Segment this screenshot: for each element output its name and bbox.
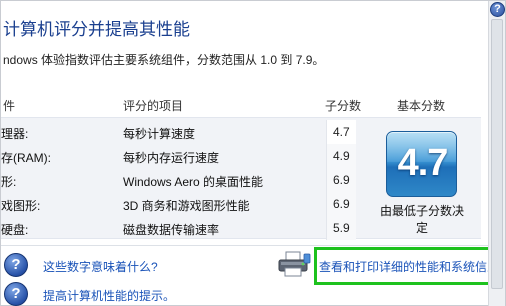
subscore: 6.9 [326, 192, 356, 216]
base-score-caption: 由最低子分数决定 [379, 204, 464, 235]
window: 计算机评分并提高其性能 ndows 体验指数评估主要系统组件，分数范围从 1.0… [0, 0, 506, 306]
column-header-rated: 评分的项目 [123, 99, 184, 113]
subscore: 4.7 [326, 120, 356, 144]
printer-icon[interactable] [277, 250, 311, 278]
column-header-base: 基本分数 [397, 99, 446, 113]
link-performance-tips[interactable]: 提高计算机性能的提示。 [43, 287, 175, 304]
vertical-scrollbar[interactable]: ? [488, 1, 505, 306]
rated-item: 每秒内存运行速度 [123, 151, 220, 165]
rated-item: 每秒计算速度 [123, 127, 196, 141]
component-name: 存(RAM): [1, 151, 51, 165]
base-score-value: 4.7 [397, 142, 449, 184]
component-name: 硬盘: [1, 223, 29, 237]
rated-item: 3D 商务和游戏图形性能 [123, 199, 250, 213]
rated-item: Windows Aero 的桌面性能 [123, 175, 264, 189]
subscore: 6.9 [326, 168, 356, 192]
base-score-badge: 4.7 [386, 131, 457, 197]
component-name: 形: [1, 175, 17, 189]
score-table: 件 评分的项目 子分数 基本分数 [1, 93, 481, 115]
subscore: 4.9 [326, 144, 356, 168]
link-what-scores-mean[interactable]: 这些数字意味着什么? [43, 258, 158, 275]
subscore: 5.9 [326, 216, 356, 240]
column-header-subscore: 子分数 [325, 99, 362, 113]
highlight-box [314, 247, 492, 285]
table-header: 件 评分的项目 子分数 基本分数 [1, 93, 481, 115]
column-header-component: 件 [3, 99, 16, 113]
question-icon[interactable]: ? [4, 253, 28, 277]
component-name: 戏图形: [1, 199, 41, 213]
help-icon[interactable]: ? [490, 2, 505, 17]
scrollbar-thumb[interactable] [491, 19, 503, 289]
page-subtitle: ndows 体验指数评估主要系统组件，分数范围从 1.0 到 7.9。 [3, 53, 325, 67]
divider [1, 245, 490, 246]
page-title: 计算机评分并提高其性能 [3, 20, 190, 39]
component-name: 理器: [1, 127, 29, 141]
rated-item: 磁盘数据传输速率 [123, 223, 220, 237]
question-icon[interactable]: ? [4, 282, 28, 306]
